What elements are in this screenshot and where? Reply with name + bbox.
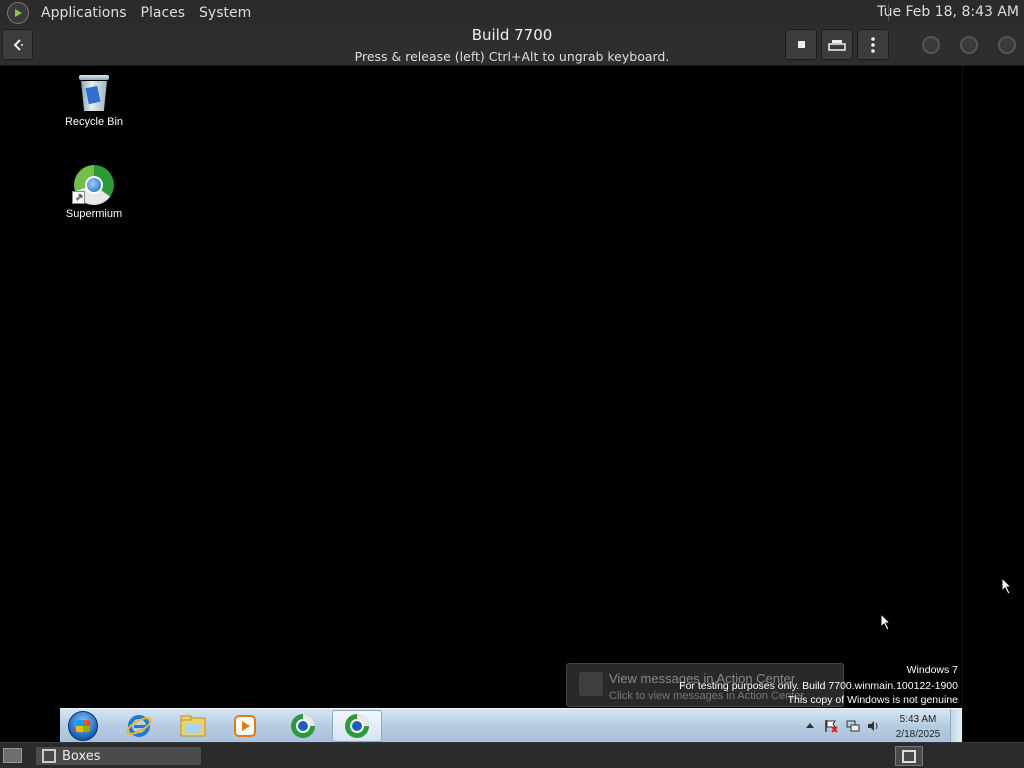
action-center-flag-icon[interactable] — [824, 719, 838, 733]
windows-logo-icon — [76, 720, 90, 732]
shortcut-arrow-icon: ↗ — [72, 191, 85, 204]
bottom-panel: Boxes — [0, 742, 1024, 768]
supermium-icon — [291, 714, 315, 738]
keyboard-button[interactable] — [821, 29, 853, 60]
show-hidden-icons-button[interactable] — [806, 723, 814, 728]
action-center-flag-icon — [579, 672, 603, 696]
host-cursor-icon — [1001, 577, 1013, 595]
places-menu[interactable]: Places — [134, 5, 193, 21]
show-desktop-button[interactable] — [950, 709, 962, 743]
boxes-icon — [42, 749, 56, 763]
taskbar-windows-explorer[interactable] — [168, 710, 218, 742]
keyboard-icon — [828, 39, 846, 51]
watermark-build: For testing purposes only. Build 7700.wi… — [679, 680, 958, 692]
watermark-genuine: This copy of Windows is not genuine — [787, 694, 958, 706]
desktop-icon-label: Recycle Bin — [64, 116, 124, 128]
boxes-header-bar: Build 7700 Press & release (left) Ctrl+A… — [0, 25, 1024, 66]
applications-menu[interactable]: Applications — [34, 5, 134, 21]
desktop-icon-supermium[interactable]: ↗ Supermium — [54, 165, 134, 220]
panel-clock[interactable]: Tue Feb 18, 8:43 AM — [877, 4, 1019, 20]
watermark-os: Windows 7 — [906, 664, 958, 676]
vm-display[interactable]: Recycle Bin ↗ Supermium — [0, 66, 962, 742]
taskbar-clock[interactable]: 5:43 AM 2/18/2025 — [888, 712, 948, 742]
close-window-button[interactable] — [998, 36, 1016, 54]
desktop-icon-recycle-bin[interactable]: Recycle Bin — [54, 73, 134, 128]
windows-taskbar: 5:43 AM 2/18/2025 — [60, 708, 962, 743]
workspace-icon — [902, 749, 916, 763]
taskbar-media-player[interactable] — [220, 710, 270, 742]
media-player-icon — [234, 715, 256, 737]
recycle-bin-icon — [78, 73, 110, 113]
supermium-icon: ↗ — [72, 165, 114, 205]
minimize-window-button[interactable] — [922, 36, 940, 54]
menu-button[interactable] — [857, 29, 889, 60]
taskbar-clock-date: 2/18/2025 — [895, 729, 941, 740]
supermium-icon — [345, 714, 369, 738]
stop-icon — [797, 41, 805, 48]
start-button[interactable] — [68, 711, 98, 741]
workspace-switcher[interactable] — [895, 746, 923, 766]
taskbar-supermium[interactable] — [278, 710, 328, 742]
windows-explorer-icon — [180, 715, 206, 737]
guest-cursor-icon — [880, 613, 892, 631]
show-desktop-icon[interactable] — [3, 748, 22, 763]
distro-logo-icon[interactable] — [7, 1, 29, 24]
taskbar-supermium-active[interactable] — [332, 710, 382, 742]
system-menu[interactable]: System — [192, 5, 258, 21]
menu-icon — [871, 36, 875, 53]
display-margin — [962, 66, 1024, 742]
internet-explorer-icon — [126, 715, 152, 737]
top-panel: Applications Places System Tue Feb 18, 8… — [0, 0, 1024, 25]
window-list-label: Boxes — [62, 748, 101, 764]
taskbar-internet-explorer[interactable] — [114, 710, 164, 742]
volume-icon[interactable] — [866, 719, 880, 733]
desktop-icon-label: Supermium — [65, 208, 123, 220]
network-icon[interactable] — [846, 719, 860, 733]
window-list-item-boxes[interactable]: Boxes — [35, 746, 202, 766]
maximize-window-button[interactable] — [960, 36, 978, 54]
taskbar-clock-time: 5:43 AM — [899, 714, 937, 725]
stop-button[interactable] — [785, 29, 817, 60]
